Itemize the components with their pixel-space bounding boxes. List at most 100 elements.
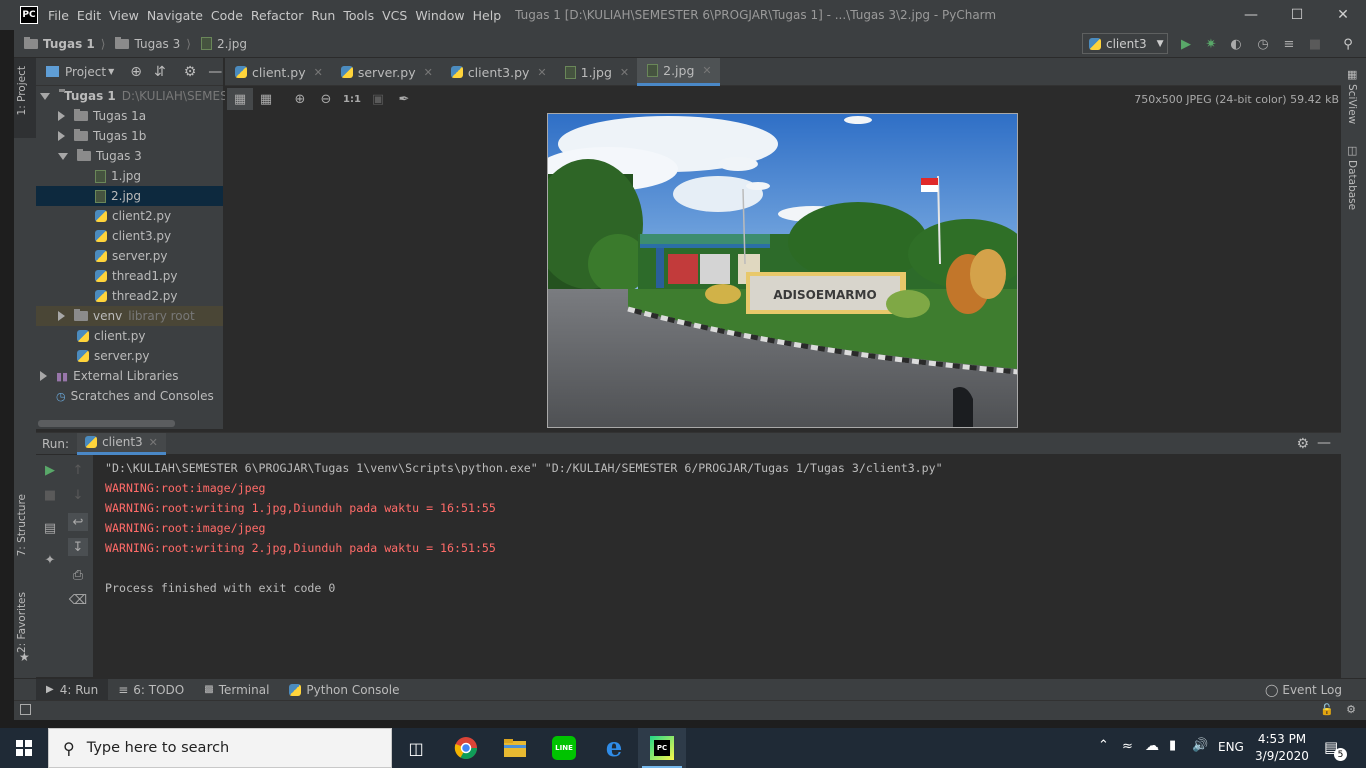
chevron-down-icon[interactable]: ▼: [108, 67, 114, 76]
menu-item[interactable]: Run: [311, 8, 343, 23]
project-tool-tab[interactable]: 1: Project: [14, 58, 36, 138]
down-arrow-icon[interactable]: ↓: [68, 486, 88, 504]
close-icon[interactable]: ✕: [620, 66, 629, 79]
run-console-output[interactable]: "D:\KULIAH\SEMESTER 6\PROGJAR\Tugas 1\ve…: [95, 455, 1341, 677]
tab-server-py[interactable]: server.py ✕: [331, 58, 441, 86]
tab-2-jpg[interactable]: 2.jpg ✕: [637, 58, 720, 86]
breadcrumb-item[interactable]: Tugas 3 ⟩: [115, 36, 191, 51]
tree-item-tugas-3[interactable]: Tugas 3: [36, 146, 223, 166]
close-icon[interactable]: ✕: [537, 66, 546, 79]
trash-icon[interactable]: ⌫: [68, 591, 88, 609]
tab-1-jpg[interactable]: 1.jpg ✕: [555, 58, 638, 86]
gear-icon[interactable]: ⚙: [184, 64, 197, 80]
maximize-icon[interactable]: ☐: [1274, 0, 1320, 30]
tree-item-thread1-py[interactable]: thread1.py: [36, 266, 223, 286]
gear-icon[interactable]: ⚙: [1296, 436, 1309, 452]
wifi-icon[interactable]: ≈: [1122, 739, 1133, 754]
rerun-icon[interactable]: ▶: [40, 461, 60, 479]
clock[interactable]: 4:53 PM 3/9/2020: [1252, 731, 1312, 765]
expand-arrow-icon[interactable]: [58, 152, 68, 160]
tree-item-tugas-1b[interactable]: Tugas 1b: [36, 126, 223, 146]
event-log-tool-button[interactable]: ◯ Event Log: [1255, 679, 1352, 701]
menu-item[interactable]: Edit: [77, 8, 109, 23]
line-app-icon[interactable]: LINE: [540, 728, 588, 768]
edge-app-icon[interactable]: e: [590, 728, 638, 768]
pycharm-logo-icon[interactable]: PC: [20, 6, 38, 24]
horizontal-scrollbar[interactable]: [38, 420, 175, 427]
collapse-all-icon[interactable]: ⇵: [154, 64, 166, 80]
inspector-icon[interactable]: ⚙: [1346, 703, 1356, 716]
menu-item[interactable]: Tools: [343, 8, 382, 23]
tree-item-server-py-root[interactable]: server.py: [36, 346, 223, 366]
run-icon[interactable]: ▶: [1178, 36, 1194, 52]
volume-icon[interactable]: 🔊: [1192, 738, 1208, 753]
fit-to-window-icon[interactable]: ▦: [227, 88, 253, 110]
menu-item[interactable]: Help: [473, 8, 510, 23]
expand-arrow-icon[interactable]: [40, 371, 47, 381]
chrome-app-icon[interactable]: [442, 728, 490, 768]
zoom-out-icon[interactable]: ⊖: [313, 88, 339, 110]
menu-item[interactable]: Code: [211, 8, 251, 23]
up-arrow-icon[interactable]: ↑: [68, 461, 88, 479]
run-tool-button[interactable]: ▶ 4: Run: [36, 678, 109, 701]
pycharm-app-icon[interactable]: PC: [638, 728, 686, 768]
menu-item[interactable]: Window: [415, 8, 472, 23]
coverage-icon[interactable]: ◐: [1228, 36, 1244, 52]
close-icon[interactable]: ✕: [314, 66, 323, 79]
breadcrumb-item[interactable]: Tugas 1 ⟩: [24, 36, 105, 51]
tab-client-py[interactable]: client.py ✕: [225, 58, 331, 86]
locate-icon[interactable]: ⊕: [130, 64, 142, 80]
tree-item-venv[interactable]: venv library root: [36, 306, 223, 326]
language-indicator[interactable]: ENG: [1218, 740, 1244, 754]
tree-item-tugas-1a[interactable]: Tugas 1a: [36, 106, 223, 126]
windows-start-button[interactable]: [0, 728, 48, 768]
search-icon[interactable]: ⚲: [1340, 36, 1356, 52]
tree-item-client-py[interactable]: client.py: [36, 326, 223, 346]
expand-arrow-icon[interactable]: [58, 311, 65, 321]
task-view-icon[interactable]: ◫: [392, 728, 440, 768]
tree-item-thread2-py[interactable]: thread2.py: [36, 286, 223, 306]
taskbar-search-box[interactable]: ⚲ Type here to search: [48, 728, 392, 768]
project-view-select[interactable]: Project: [65, 65, 106, 79]
tree-item-client2-py[interactable]: client2.py: [36, 206, 223, 226]
expand-arrow-icon[interactable]: [58, 111, 65, 121]
actual-size-button[interactable]: 1:1: [339, 88, 365, 110]
tab-client3-py[interactable]: client3.py ✕: [441, 58, 555, 86]
print-icon[interactable]: ⎙: [68, 566, 88, 584]
file-explorer-app-icon[interactable]: [491, 728, 539, 768]
database-tab[interactable]: Database: [1346, 160, 1358, 210]
python-console-tool-button[interactable]: Python Console: [279, 679, 409, 701]
tree-item-server-py[interactable]: server.py: [36, 246, 223, 266]
close-icon[interactable]: ✕: [149, 436, 158, 449]
expand-arrow-icon[interactable]: [58, 131, 65, 141]
tree-item-client3-py[interactable]: client3.py: [36, 226, 223, 246]
tree-item-1-jpg[interactable]: 1.jpg: [36, 166, 223, 186]
close-icon[interactable]: ✕: [1320, 0, 1366, 30]
close-icon[interactable]: ✕: [424, 66, 433, 79]
minimize-icon[interactable]: —: [1228, 0, 1274, 30]
todo-tool-button[interactable]: ≡ 6: TODO: [108, 679, 194, 701]
soft-wrap-icon[interactable]: ↩: [68, 513, 88, 531]
hide-icon[interactable]: —: [1317, 435, 1331, 451]
color-picker-icon[interactable]: ✒: [391, 88, 417, 110]
menu-item[interactable]: File: [48, 8, 77, 23]
terminal-tool-button[interactable]: ▩ Terminal: [194, 679, 279, 701]
breadcrumb-item[interactable]: 2.jpg: [200, 37, 247, 51]
close-icon[interactable]: ✕: [702, 64, 711, 77]
sciview-tab[interactable]: SciView: [1346, 84, 1358, 124]
grid-icon[interactable]: ▦: [253, 88, 279, 110]
onedrive-icon[interactable]: ☁: [1145, 738, 1159, 754]
tree-item-2-jpg[interactable]: 2.jpg: [36, 186, 223, 206]
run-tab-client3[interactable]: client3 ✕: [77, 432, 166, 455]
lock-icon[interactable]: 🔓: [1320, 703, 1334, 716]
debug-icon[interactable]: ✷: [1203, 36, 1219, 52]
profile-icon[interactable]: ◷: [1255, 36, 1271, 52]
menu-item[interactable]: View: [109, 8, 147, 23]
stop-icon[interactable]: ■: [40, 486, 60, 504]
expand-arrow-icon[interactable]: [40, 92, 50, 100]
fit-zoom-icon[interactable]: ▣: [365, 88, 391, 110]
run-configuration-select[interactable]: client3 ▼: [1082, 33, 1168, 54]
tree-item-scratches[interactable]: ◷ Scratches and Consoles: [36, 386, 223, 406]
menu-item[interactable]: Refactor: [251, 8, 311, 23]
pin-icon[interactable]: ✦: [40, 551, 60, 569]
